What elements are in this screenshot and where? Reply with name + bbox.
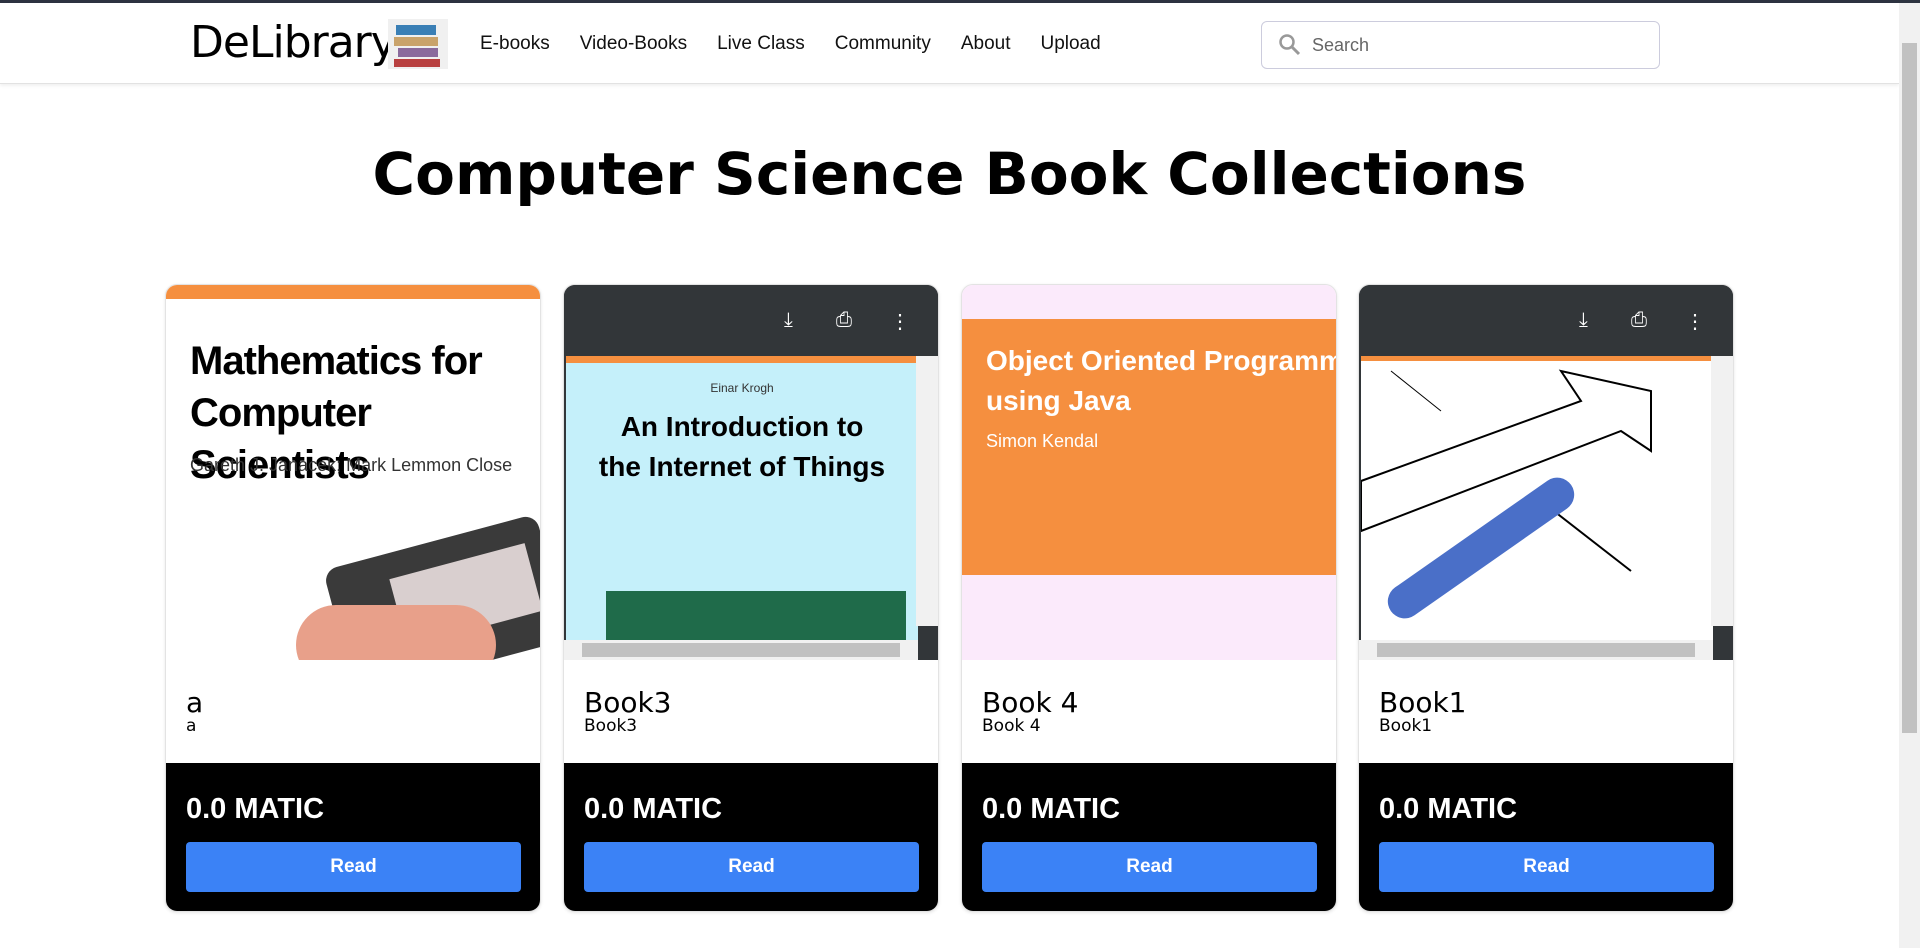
print-icon[interactable]: ⎙ xyxy=(836,309,852,332)
cover-title: Object Oriented Programming using Java xyxy=(986,345,1336,416)
pdf-toolbar: ⤓ ⎙ ⋮ xyxy=(1359,285,1733,356)
read-button[interactable]: Read xyxy=(982,842,1317,892)
book-description: Book3 xyxy=(584,716,638,736)
pen-illustration xyxy=(1361,356,1713,640)
cover-author: Einar Krogh xyxy=(710,381,774,395)
more-options-icon[interactable]: ⋮ xyxy=(890,309,910,334)
book-name: Book1 xyxy=(1379,686,1467,719)
book-card: ⤓ ⎙ ⋮ Book1 Book1 0.0 MATIC Read xyxy=(1358,284,1734,912)
vertical-scrollbar[interactable] xyxy=(1711,356,1733,626)
book-name: Book 4 xyxy=(982,686,1079,719)
horizontal-scrollbar[interactable] xyxy=(564,640,918,660)
book-description: a xyxy=(186,716,197,736)
search-input[interactable]: Search xyxy=(1261,21,1660,69)
book-card: Object Oriented Programming using Java S… xyxy=(961,284,1337,912)
nav-link-upload[interactable]: Upload xyxy=(1040,33,1100,55)
search-icon xyxy=(1278,33,1302,62)
cover-author: Simon Kendal xyxy=(986,431,1099,451)
book-cover: Mathematics for Computer Scientists Gare… xyxy=(166,285,540,660)
more-options-icon[interactable]: ⋮ xyxy=(1685,309,1705,334)
book-price: 0.0 MATIC xyxy=(982,793,1121,825)
nav-link-live-class[interactable]: Live Class xyxy=(717,33,805,55)
page-scrollbar[interactable] xyxy=(1899,3,1920,948)
nav-link-about[interactable]: About xyxy=(961,33,1011,55)
read-button[interactable]: Read xyxy=(186,842,521,892)
nav-link-community[interactable]: Community xyxy=(835,33,931,55)
book-card: ⤓ ⎙ ⋮ Einar Krogh An Introduction to the… xyxy=(563,284,939,912)
book-description: Book1 xyxy=(1379,716,1433,736)
book-price: 0.0 MATIC xyxy=(1379,793,1518,825)
book-name: Book3 xyxy=(584,686,672,719)
book-price: 0.0 MATIC xyxy=(584,793,723,825)
navbar: DeLibrary E-books Video-Books Live Class… xyxy=(0,3,1899,84)
book-card: Mathematics for Computer Scientists Gare… xyxy=(165,284,541,912)
cover-author: Gareth J. Janacek; Mark Lemmon Close xyxy=(190,455,513,475)
nav-link-ebooks[interactable]: E-books xyxy=(480,33,550,55)
download-icon[interactable]: ⤓ xyxy=(1579,309,1588,332)
logo[interactable]: DeLibrary xyxy=(190,17,397,68)
pdf-viewer[interactable]: ⤓ ⎙ ⋮ Einar Krogh An Introduction to the… xyxy=(564,285,938,660)
read-button[interactable]: Read xyxy=(1379,842,1714,892)
book-description: Book 4 xyxy=(982,716,1041,736)
cover-title: An Introduction to the Internet of Thing… xyxy=(598,411,886,482)
read-button[interactable]: Read xyxy=(584,842,919,892)
print-icon[interactable]: ⎙ xyxy=(1631,309,1647,332)
book-cover: Object Oriented Programming using Java S… xyxy=(962,285,1336,660)
book-price: 0.0 MATIC xyxy=(186,793,325,825)
nav-link-video-books[interactable]: Video-Books xyxy=(580,33,687,55)
pdf-toolbar: ⤓ ⎙ ⋮ xyxy=(564,285,938,356)
books-logo-icon xyxy=(388,19,448,69)
page-title: Computer Science Book Collections xyxy=(372,140,1527,208)
book-name: a xyxy=(186,686,204,719)
scrollbar-thumb[interactable] xyxy=(1902,43,1917,733)
vertical-scrollbar[interactable] xyxy=(916,356,938,626)
pdf-viewer[interactable]: ⤓ ⎙ ⋮ xyxy=(1359,285,1733,660)
search-placeholder: Search xyxy=(1312,34,1370,55)
download-icon[interactable]: ⤓ xyxy=(784,309,793,332)
horizontal-scrollbar[interactable] xyxy=(1359,640,1713,660)
